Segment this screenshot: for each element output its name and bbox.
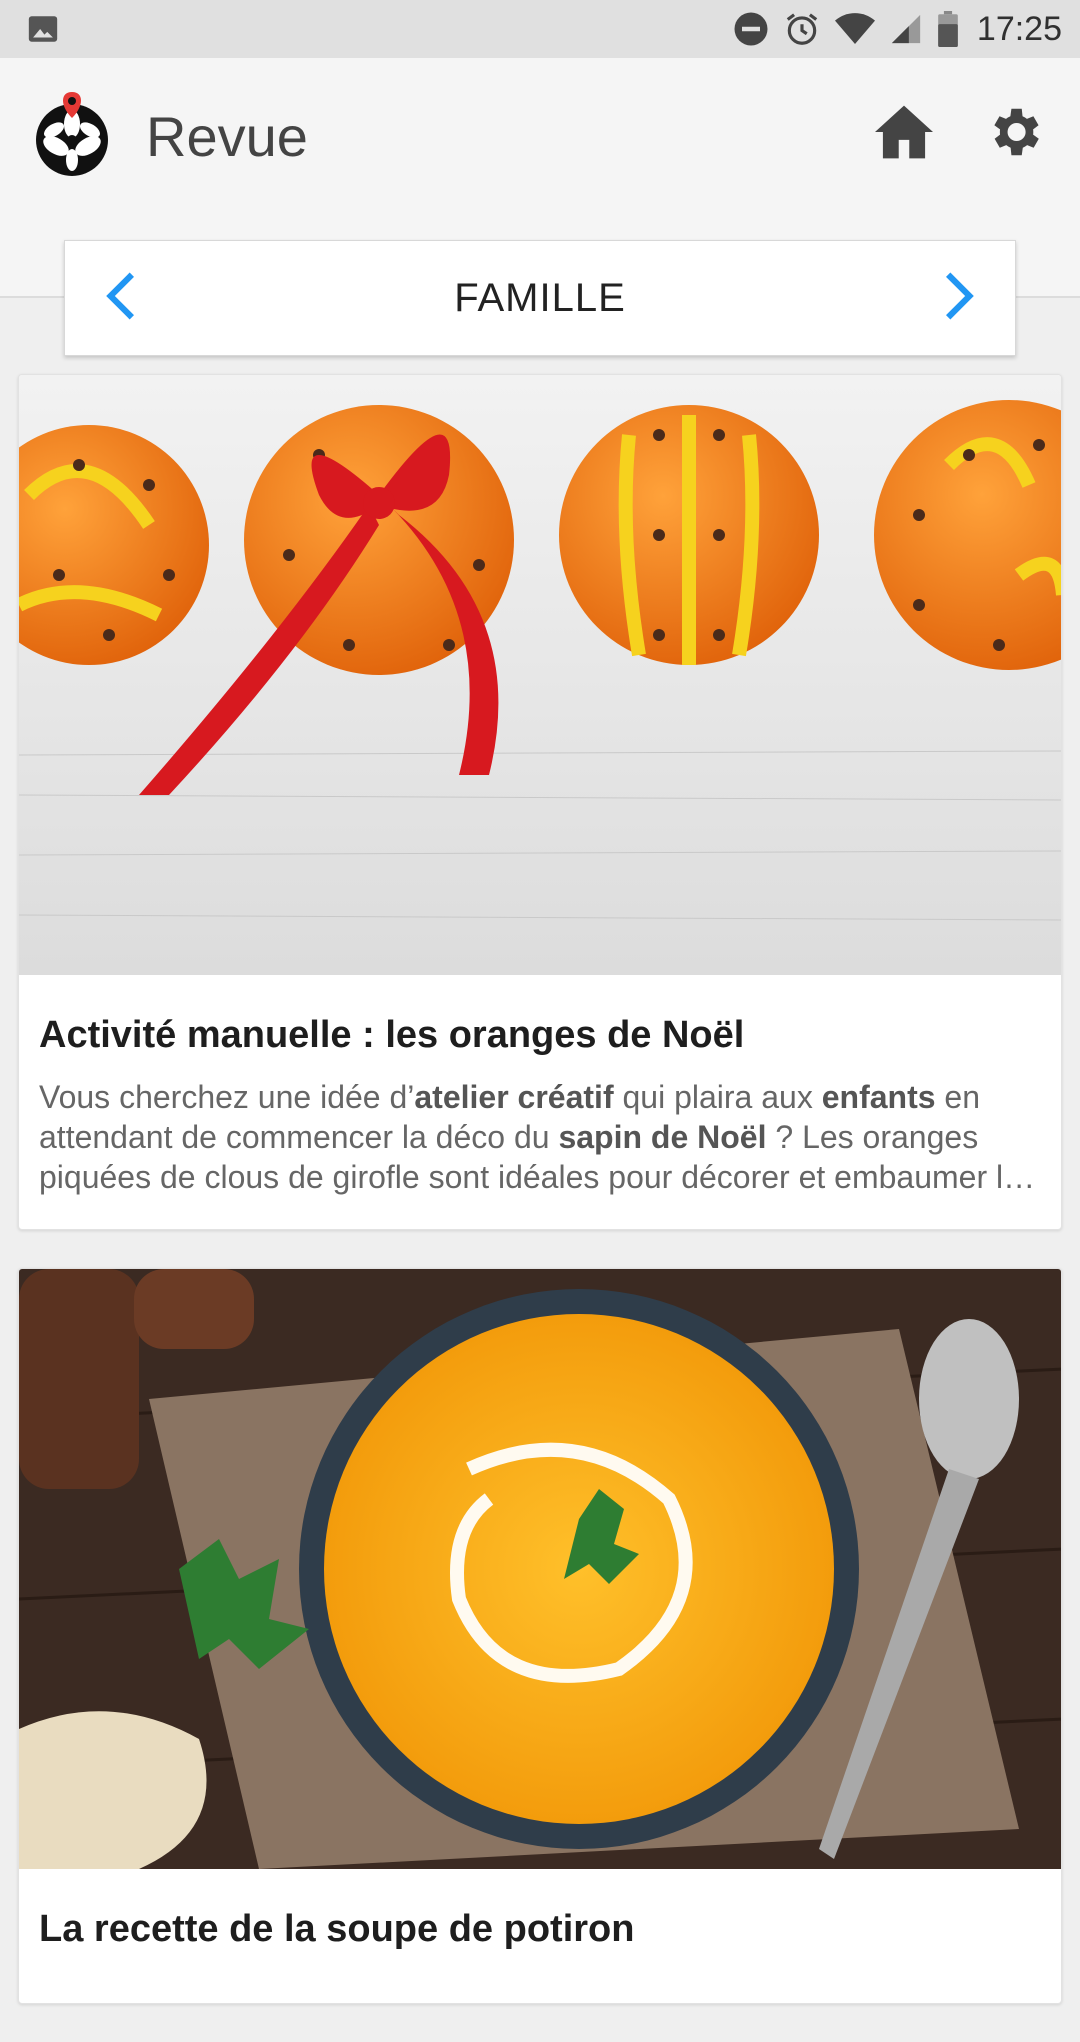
article-card[interactable]: Activité manuelle : les oranges de Noël … xyxy=(18,374,1062,1230)
status-bar: 17:25 xyxy=(0,0,1080,58)
article-feed: Activité manuelle : les oranges de Noël … xyxy=(18,374,1062,2042)
chevron-left-icon xyxy=(103,270,137,327)
article-card[interactable]: La recette de la soupe de potiron xyxy=(18,1268,1062,2004)
article-title: La recette de la soupe de potiron xyxy=(39,1908,635,1950)
settings-icon xyxy=(983,101,1045,168)
clove-studded-oranges-photo xyxy=(19,375,1061,975)
do-not-disturb-icon xyxy=(733,11,769,47)
image-notification-icon xyxy=(26,12,60,46)
home-icon xyxy=(872,103,936,166)
category-label: FAMILLE xyxy=(454,275,626,320)
settings-button[interactable] xyxy=(978,98,1050,170)
battery-icon xyxy=(937,11,959,47)
category-switcher: FAMILLE xyxy=(64,240,1016,356)
article-excerpt: Vous cherchez une idée d’atelier créatif… xyxy=(39,1079,1021,1195)
article-title: Activité manuelle : les oranges de Noël xyxy=(39,1014,745,1056)
cell-signal-icon xyxy=(889,12,923,46)
pumpkin-soup-photo xyxy=(19,1269,1061,1869)
status-time: 17:25 xyxy=(976,9,1062,48)
revue-logo xyxy=(32,88,112,178)
previous-category-button[interactable] xyxy=(95,268,145,328)
next-category-button[interactable] xyxy=(935,268,985,328)
app-title: Revue xyxy=(146,105,308,168)
chevron-right-icon xyxy=(943,270,977,327)
home-button[interactable] xyxy=(868,98,940,170)
wifi-icon xyxy=(834,12,875,46)
alarm-icon xyxy=(783,10,821,48)
